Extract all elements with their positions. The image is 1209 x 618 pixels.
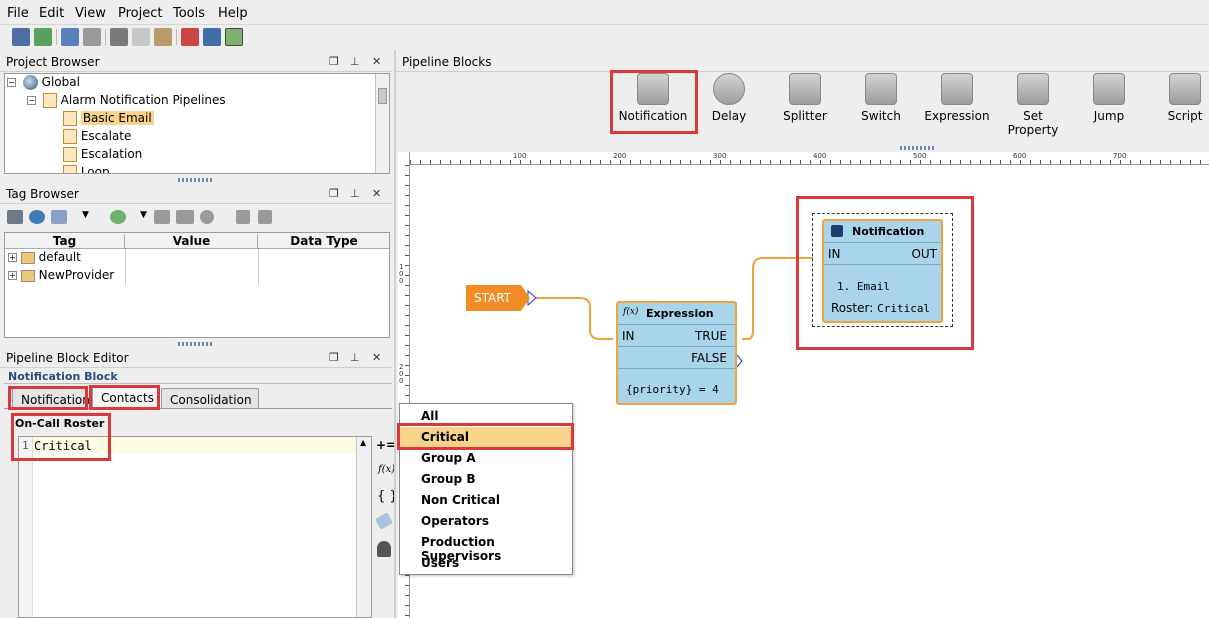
dropdown-item[interactable]: Group A [400, 448, 572, 469]
true-port-label: TRUE [694, 329, 727, 343]
in-port-label: IN [622, 329, 635, 343]
dropdown-item[interactable]: Non Critical [400, 490, 572, 511]
connection-lines [527, 257, 813, 370]
start-node[interactable]: START [466, 285, 530, 311]
phone-icon [831, 225, 843, 237]
expression-text: {priority} = 4 [626, 383, 719, 396]
port-row: FALSE [618, 347, 735, 369]
node-title: Expression [646, 307, 714, 320]
dropdown-item[interactable]: All [400, 406, 572, 427]
out-port-label: OUT [911, 247, 937, 261]
roster-value: Critical [877, 302, 931, 315]
port-row: IN TRUE [618, 325, 735, 347]
node-title: Notification [852, 225, 925, 238]
roster-label: Roster: [831, 301, 874, 315]
expression-node[interactable]: f(x) Expression IN TRUE FALSE {priority}… [616, 301, 737, 405]
connector-true-to-notification [742, 257, 813, 340]
function-icon: f(x) [623, 307, 639, 317]
false-port-label: FALSE [691, 351, 727, 365]
dropdown-item[interactable]: Users [400, 553, 572, 574]
port-row: IN OUT [824, 243, 941, 265]
in-port-label: IN [828, 247, 841, 261]
connector-start-to-expression [536, 297, 613, 340]
node-header: Notification [824, 221, 941, 243]
roster-dropdown[interactable]: All Critical Group A Group B Non Critica… [399, 403, 573, 575]
notification-line: 1. Email [837, 280, 890, 293]
dropdown-item[interactable]: Group B [400, 469, 572, 490]
roster-row: Roster: Critical [831, 301, 930, 315]
dropdown-item[interactable]: Production Supervisors [400, 532, 572, 563]
dropdown-item-selected[interactable]: Critical [400, 427, 572, 448]
dropdown-item[interactable]: Operators [400, 511, 572, 532]
notification-node[interactable]: Notification IN OUT 1. Email Roster: Cri… [822, 219, 943, 323]
node-header: f(x) Expression [618, 303, 735, 325]
